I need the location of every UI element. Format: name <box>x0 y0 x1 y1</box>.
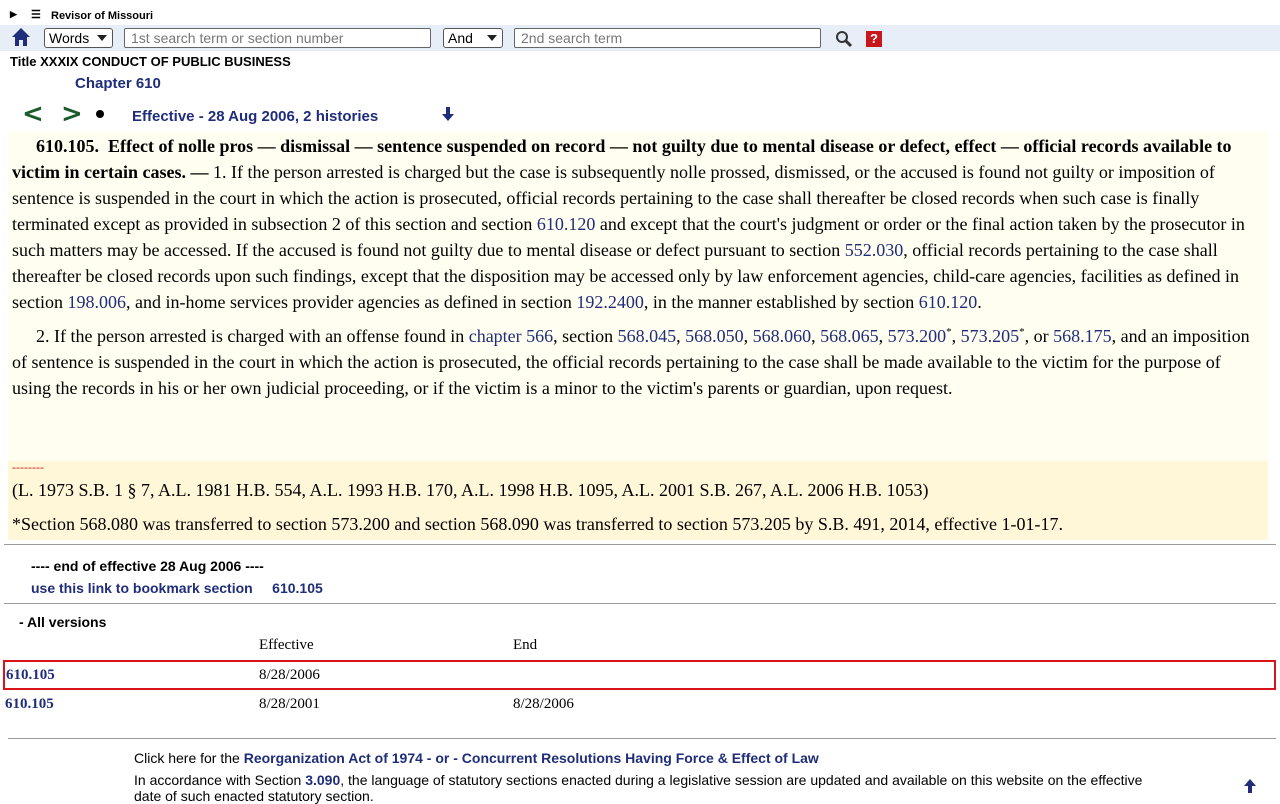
reorganization-note: Click here for the Reorganization Act of… <box>134 750 819 766</box>
second-search-input[interactable]: 2nd search term <box>514 28 821 48</box>
history-note: *Section 568.080 was transferred to sect… <box>12 514 1063 534</box>
version-section-link[interactable]: 610.105 <box>5 696 54 713</box>
separator: , or <box>1024 326 1054 346</box>
title-heading: Title XXXIX CONDUCT OF PUBLIC BUSINESS <box>10 54 291 69</box>
search-operator-select[interactable]: And <box>443 28 503 48</box>
link-552-030[interactable]: 552.030 <box>845 240 904 260</box>
bookmark-section[interactable]: 610.105 <box>272 580 323 596</box>
statute-paragraph-2: 2. If the person arrested is charged wit… <box>8 323 1268 401</box>
section-number: 610.105. <box>36 136 99 156</box>
link-610-120[interactable]: 610.120 <box>537 214 596 234</box>
version-end: 8/28/2006 <box>513 696 574 712</box>
end-of-effective: ---- end of effective 28 Aug 2006 ---- <box>31 558 264 574</box>
table-row[interactable]: 610.105 8/28/2001 8/28/2006 <box>3 690 1276 720</box>
link-192-2400[interactable]: 192.2400 <box>576 292 644 312</box>
statute-text-span: , in the manner established by section <box>643 292 919 312</box>
history-box: -------- (L. 1973 S.B. 1 § 7, A.L. 1981 … <box>8 460 1268 540</box>
footer-text: In accordance with Section <box>134 772 306 788</box>
chevron-down-icon <box>487 35 497 41</box>
bookmark-label[interactable]: use this link to bookmark section <box>31 580 253 596</box>
arrow-down-icon[interactable] <box>440 106 456 122</box>
history-acts: (L. 1973 S.B. 1 § 7, A.L. 1981 H.B. 554,… <box>12 480 929 500</box>
divider <box>8 738 1276 739</box>
menu-icon[interactable]: ☰ <box>31 8 41 21</box>
statute-text-span: , and in-home services provider agencies… <box>126 292 577 312</box>
link-568-065[interactable]: 568.065 <box>820 326 879 346</box>
search-operator-value: And <box>448 30 473 46</box>
bookmark-link[interactable]: use this link to bookmark section 610.10… <box>31 580 323 596</box>
version-effective: 8/28/2006 <box>259 667 320 683</box>
expand-triangle-icon[interactable]: ▶ <box>10 9 17 20</box>
chapter-link[interactable]: Chapter 610 <box>75 75 161 92</box>
divider <box>4 544 1276 545</box>
table-row[interactable]: 610.105 8/28/2006 <box>3 660 1276 690</box>
all-versions-toggle[interactable]: - All versions <box>19 614 106 630</box>
search-mode-select[interactable]: Words <box>44 28 113 48</box>
section-3-090-link[interactable]: 3.090 <box>305 772 340 788</box>
search-mode-value: Words <box>49 30 90 46</box>
search-bar: Words 1st search term or section number … <box>0 25 1280 51</box>
statute-text-span: , section <box>553 326 618 346</box>
link-chapter-566[interactable]: chapter 566 <box>469 326 553 346</box>
accordance-note: In accordance with Section 3.090, the la… <box>134 772 1154 804</box>
statute-paragraph-1: 610.105. Effect of nolle pros — dismissa… <box>8 131 1268 315</box>
link-610-120[interactable]: 610.120 <box>919 292 978 312</box>
arrow-up-icon[interactable] <box>1242 778 1258 794</box>
divider <box>4 603 1276 604</box>
previous-section-button[interactable]: < <box>22 99 44 129</box>
link-568-175[interactable]: 568.175 <box>1053 326 1112 346</box>
separator: , <box>743 326 753 346</box>
link-568-045[interactable]: 568.045 <box>618 326 677 346</box>
separator: , <box>878 326 888 346</box>
reorganization-link[interactable]: Reorganization Act of 1974 - or - Concur… <box>244 750 819 766</box>
statute-text-span: . <box>977 292 982 312</box>
statute-text: 610.105. Effect of nolle pros — dismissa… <box>8 131 1268 461</box>
home-icon[interactable] <box>10 26 32 48</box>
history-separator: -------- <box>12 460 44 474</box>
chevron-down-icon <box>97 35 107 41</box>
search-icon[interactable] <box>835 30 853 48</box>
version-section-link[interactable]: 610.105 <box>6 667 55 684</box>
next-section-button[interactable]: > <box>61 99 83 129</box>
link-568-050[interactable]: 568.050 <box>685 326 744 346</box>
col-end-header: End <box>513 637 538 653</box>
link-198-006[interactable]: 198.006 <box>68 292 127 312</box>
site-title[interactable]: Revisor of Missouri <box>51 10 153 22</box>
link-573-205[interactable]: 573.205 <box>961 326 1020 346</box>
separator: , <box>951 326 961 346</box>
link-573-200[interactable]: 573.200 <box>888 326 947 346</box>
link-568-060[interactable]: 568.060 <box>753 326 812 346</box>
help-button[interactable]: ? <box>866 31 882 47</box>
version-effective: 8/28/2001 <box>259 696 320 712</box>
statute-text-span: 2. If the person arrested is charged wit… <box>36 326 469 346</box>
effective-link[interactable]: Effective - 28 Aug 2006, 2 histories <box>132 108 378 125</box>
separator: , <box>676 326 686 346</box>
separator: , <box>811 326 821 346</box>
current-section-dot-icon <box>96 110 104 118</box>
footer-text: Click here for the <box>134 750 244 766</box>
col-effective-header: Effective <box>259 637 314 653</box>
first-search-input[interactable]: 1st search term or section number <box>124 28 431 48</box>
